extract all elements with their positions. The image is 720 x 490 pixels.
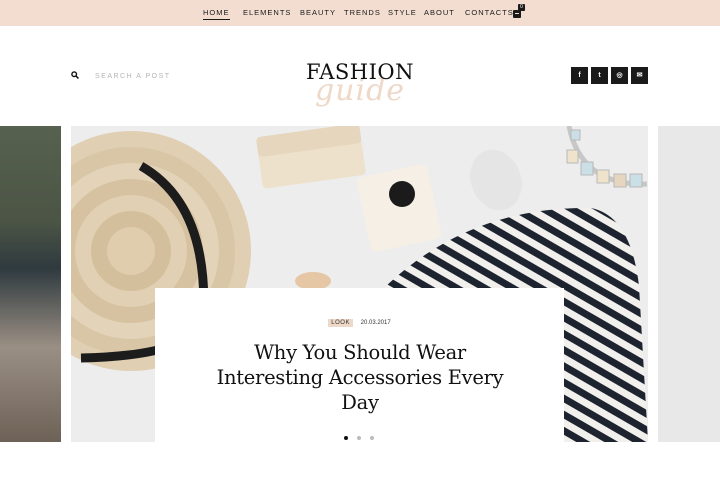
nav-item-trends[interactable]: TRENDS: [344, 9, 381, 17]
search-input[interactable]: [95, 70, 215, 82]
post-title[interactable]: Why You Should Wear Interesting Accessor…: [215, 340, 505, 415]
post-meta: LOOK 20.03.2017: [155, 319, 564, 327]
twitter-icon[interactable]: t: [591, 67, 608, 84]
slider-dot-3[interactable]: [370, 436, 374, 440]
slider-dot-2[interactable]: [357, 436, 361, 440]
main-nav: HOME ELEMENTS BEAUTY TRENDS STYLE ABOUT …: [0, 0, 720, 26]
slide-caption-card: LOOK 20.03.2017 Why You Should Wear Inte…: [155, 288, 564, 442]
search-icon[interactable]: [71, 71, 79, 79]
next-slide-preview[interactable]: [658, 126, 720, 442]
site-logo[interactable]: guide FASHION: [290, 58, 430, 114]
nav-item-elements[interactable]: ELEMENTS: [243, 9, 291, 17]
email-icon[interactable]: ✉: [631, 67, 648, 84]
slider-dot-1[interactable]: [344, 436, 348, 440]
nav-item-home[interactable]: HOME: [203, 9, 230, 20]
cart-count-badge: 0: [518, 4, 525, 11]
nav-item-beauty[interactable]: BEAUTY: [300, 9, 336, 17]
nav-item-style[interactable]: STYLE: [388, 9, 417, 17]
category-tag[interactable]: LOOK: [328, 319, 353, 327]
facebook-icon[interactable]: f: [571, 67, 588, 84]
previous-slide-preview[interactable]: [0, 126, 61, 442]
instagram-icon[interactable]: ◎: [611, 67, 628, 84]
shopping-bag-icon[interactable]: 0: [513, 4, 525, 18]
nav-item-about[interactable]: ABOUT: [424, 9, 455, 17]
post-date: 20.03.2017: [360, 320, 391, 326]
top-nav-bar: HOME ELEMENTS BEAUTY TRENDS STYLE ABOUT …: [0, 0, 720, 26]
nav-item-contacts[interactable]: CONTACTS: [465, 9, 514, 17]
logo-main-text: FASHION: [306, 60, 414, 84]
bag-shape: [513, 10, 521, 18]
